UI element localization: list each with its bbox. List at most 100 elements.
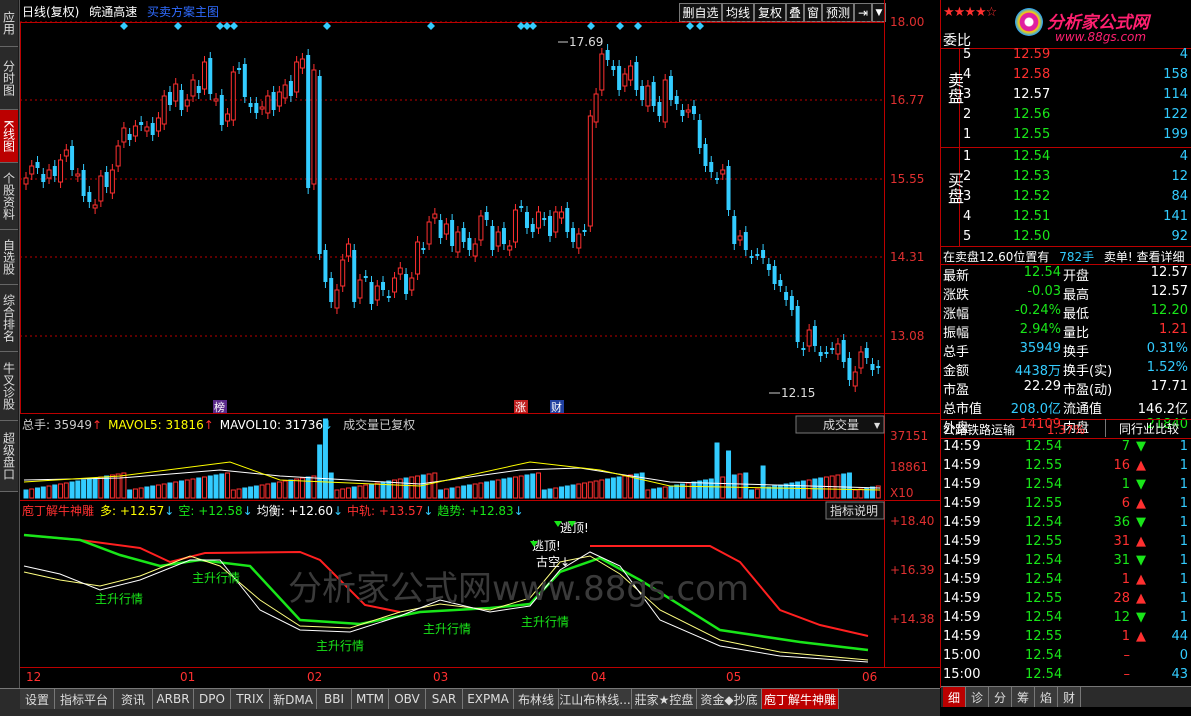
candle-body — [778, 280, 783, 286]
event-mark-rank[interactable]: 榜 — [214, 400, 225, 414]
down-arrow-icon: ▼ — [1136, 439, 1146, 454]
quote-row[interactable]: 振幅 2.94% 量比 1.21 — [941, 321, 1191, 341]
chevron-down-icon[interactable]: ▼ — [874, 421, 881, 430]
tab-intraday[interactable]: 分时图 — [0, 47, 18, 110]
candle-body — [196, 86, 201, 93]
quote-row[interactable]: 2 12.53 12 — [941, 168, 1191, 187]
quote-row[interactable]: 3 12.52 84 — [941, 188, 1191, 207]
quote-row[interactable]: 14:59 12.55 16 ▲ 1 — [941, 457, 1191, 476]
indicator-tab[interactable]: 资讯 — [114, 689, 153, 709]
quote-row[interactable]: 总手 35949 换手 0.31% — [941, 340, 1191, 360]
tab-ranking[interactable]: 综合排名 — [0, 285, 18, 352]
tab-diagnosis[interactable]: 牛叉诊股 — [0, 352, 18, 421]
quote-row[interactable]: 5 12.59 4 — [941, 46, 1191, 65]
order-alert[interactable]: 在卖盘12.60位置有 782手 卖单! 查看详细 — [943, 248, 1185, 265]
stat-label: 市盈 — [943, 383, 970, 398]
quote-row[interactable]: 3 12.57 114 — [941, 86, 1191, 105]
stat-label: 换手(实) — [1063, 364, 1113, 379]
quote-row[interactable]: 14:59 12.54 12 ▼ 1 — [941, 609, 1191, 628]
industry-row[interactable]: 公路铁路运输 1.37% — [943, 421, 1085, 438]
stat-label: 总市值 — [943, 402, 983, 417]
volume-bar — [466, 484, 472, 499]
tick-volume: 1 — [1121, 477, 1130, 492]
quote-row[interactable]: 15:00 12.54 – 0 — [941, 647, 1191, 666]
indicator-tick: +16.39 — [890, 563, 935, 577]
indicator-tab[interactable]: SAR — [426, 689, 463, 709]
indicator-tab[interactable]: BBI — [317, 689, 352, 709]
event-mark-finance[interactable]: 财 — [551, 400, 562, 414]
tab-stock-info[interactable]: 个股资料 — [0, 163, 18, 230]
indicator-tab[interactable]: 资金◆抄底 — [697, 689, 762, 709]
stat-value: 2.94% — [1019, 322, 1061, 337]
quote-row[interactable]: 4 12.51 141 — [941, 208, 1191, 227]
volume-bar — [29, 488, 35, 499]
quote-row[interactable]: 14:59 12.55 6 ▲ 1 — [941, 495, 1191, 514]
indicator-tab[interactable]: 指标平台 — [55, 689, 114, 709]
quote-row[interactable]: 金额 4438万 换手(实) 1.52% — [941, 359, 1191, 379]
quote-row[interactable]: 14:59 12.54 1 ▲ 1 — [941, 571, 1191, 590]
book-volume: 4 — [1179, 149, 1188, 164]
quote-tab[interactable]: 筹 — [1012, 687, 1035, 707]
quote-tab[interactable]: 财 — [1058, 687, 1081, 707]
tab-watchlist[interactable]: 自选股 — [0, 230, 18, 285]
tab-level2[interactable]: 超级盘口 — [0, 421, 18, 492]
quote-row[interactable]: 14:59 12.55 28 ▲ 1 — [941, 590, 1191, 609]
tick-price: 12.54 — [1025, 439, 1063, 454]
candle-body — [766, 264, 771, 270]
order-alert-link[interactable]: 卖单! 查看详细 — [1104, 250, 1185, 264]
chart-area: 17.69 12.15 榜 涨 财 总手: 35949↑ MAVOL5: 3181… — [20, 0, 940, 684]
candle-body — [132, 125, 138, 137]
quote-row[interactable]: 市盈 22.29 市盈(动) 17.71 — [941, 378, 1191, 398]
volume-bar — [651, 488, 657, 499]
indicator-tab[interactable]: 庖丁解牛神雕 — [762, 689, 839, 709]
quote-row[interactable]: 14:59 12.54 7 ▼ 1 — [941, 438, 1191, 457]
event-mark-limitup[interactable]: 涨 — [515, 401, 526, 414]
quote-row[interactable]: 1 12.55 199 — [941, 126, 1191, 145]
indicator-tab[interactable]: DPO — [194, 689, 231, 709]
candle-body — [876, 366, 881, 368]
quote-row[interactable]: 14:59 12.55 31 ▲ 1 — [941, 533, 1191, 552]
down-arrow-icon: ▼ — [1136, 477, 1146, 492]
candle-body — [52, 166, 57, 176]
quote-row[interactable]: 5 12.50 92 — [941, 228, 1191, 247]
tick-count: 1 — [1179, 477, 1188, 492]
quote-row[interactable]: 4 12.58 158 — [941, 66, 1191, 85]
indicator-tab[interactable]: 新DMA — [270, 689, 317, 709]
indicator-tab[interactable]: MTM — [352, 689, 389, 709]
quote-row[interactable]: 总市值 208.0亿 流通值 146.2亿 — [941, 397, 1191, 417]
quote-row[interactable]: 涨跌 -0.03 最高 12.57 — [941, 283, 1191, 303]
volume-bar — [23, 489, 29, 499]
quote-row[interactable]: 14:59 12.54 1 ▼ 1 — [941, 476, 1191, 495]
quote-row[interactable]: 14:59 12.55 1 ▲ 44 — [941, 628, 1191, 647]
indicator-tab[interactable]: OBV — [389, 689, 426, 709]
indicator-tab[interactable]: 设置 — [20, 689, 55, 709]
quote-row[interactable]: 14:59 12.54 36 ▼ 1 — [941, 514, 1191, 533]
indicator-tab[interactable]: ARBR — [153, 689, 194, 709]
candle-body — [29, 165, 35, 175]
quote-row[interactable]: 1 12.54 4 — [941, 148, 1191, 167]
quote-tab[interactable]: 焰 — [1035, 687, 1058, 707]
indicator-tab[interactable]: 莊家★控盘 — [632, 689, 697, 709]
quote-tab[interactable]: 分 — [989, 687, 1012, 707]
tab-kline[interactable]: K线图 — [0, 110, 18, 163]
quote-row[interactable]: 涨幅 -0.24% 最低 12.20 — [941, 302, 1191, 322]
indicator-tab[interactable]: TRIX — [231, 689, 270, 709]
candle-body — [743, 232, 748, 250]
indicator-tab[interactable]: 江山布林线... — [559, 689, 632, 709]
quote-tab[interactable]: 细 — [943, 687, 966, 707]
quote-row[interactable]: 最新 12.54 开盘 12.57 — [941, 264, 1191, 284]
candle-body — [184, 99, 190, 107]
quote-row[interactable]: 2 12.56 122 — [941, 106, 1191, 125]
tab-apps[interactable]: 应用 — [0, 0, 18, 47]
stat-value: 17.71 — [1150, 379, 1188, 394]
candle-body — [628, 65, 634, 81]
quote-row[interactable]: 15:00 12.54 – 43 — [941, 666, 1191, 685]
quote-panel: ★★★★☆ 分析家公式网 www.88gs.com 委比 卖盘 5 12.59 4 4… — [940, 0, 1191, 707]
industry-compare-button[interactable]: 同行业比较 — [1105, 419, 1191, 437]
indicator-tab[interactable]: EXPMA — [463, 689, 514, 709]
quote-row[interactable]: 14:59 12.54 31 ▼ 1 — [941, 552, 1191, 571]
down-arrow-icon: ▼ — [1136, 610, 1146, 625]
indicator-tab[interactable]: 布林线 — [514, 689, 559, 709]
candle-body — [190, 79, 196, 97]
quote-tab[interactable]: 诊 — [966, 687, 989, 707]
